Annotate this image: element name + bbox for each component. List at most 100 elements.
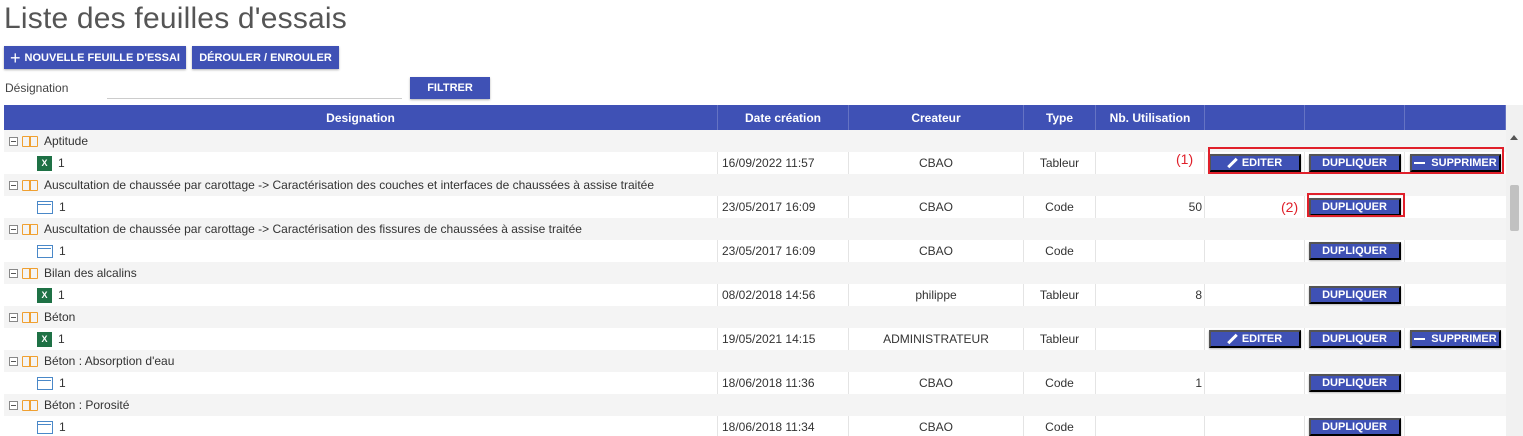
pencil-icon xyxy=(1227,334,1238,345)
highlight-box-1 xyxy=(1208,147,1504,174)
designation-cell: X1 xyxy=(4,284,718,306)
duplicate-button[interactable]: DUPLIQUER xyxy=(1308,330,1401,348)
action-cell-edit xyxy=(1205,372,1305,394)
type-cell: Code xyxy=(1024,416,1096,436)
table-row[interactable]: 1 23/05/2017 16:09 CBAO Code DUPLIQUER xyxy=(4,240,1506,262)
group-row[interactable]: Béton : Absorption d'eau xyxy=(4,350,1506,372)
duplicate-button[interactable]: DUPLIQUER xyxy=(1308,374,1401,392)
creator-cell: CBAO xyxy=(849,240,1024,262)
date-cell: 23/05/2017 16:09 xyxy=(718,196,849,218)
duplicate-button[interactable]: DUPLIQUER xyxy=(1308,286,1401,304)
action-cell-duplicate: DUPLIQUER xyxy=(1305,372,1405,394)
group-row[interactable]: Béton : Porosité xyxy=(4,394,1506,416)
book-icon xyxy=(22,135,38,147)
collapse-toggle-icon[interactable] xyxy=(9,224,18,234)
usage-cell xyxy=(1096,240,1205,262)
highlight-box-2 xyxy=(1307,193,1405,217)
table-row[interactable]: X 1 08/02/2018 14:56 philippe Tableur 8 DUPLIQ… xyxy=(4,284,1506,306)
action-cell-delete xyxy=(1405,240,1506,262)
action-cell-edit xyxy=(1205,240,1305,262)
group-cell: Bilan des alcalins xyxy=(4,262,1506,284)
new-sheet-button[interactable]: + NOUVELLE FEUILLE D'ESSAI xyxy=(4,46,186,69)
annotation-1: (1) xyxy=(1176,151,1194,167)
duplicate-button[interactable]: DUPLIQUER xyxy=(1308,242,1401,260)
duplicate-button[interactable]: DUPLIQUER xyxy=(1308,418,1401,436)
designation-cell: X1 xyxy=(4,328,718,350)
collapse-toggle-icon[interactable] xyxy=(9,356,18,366)
delete-label: SUPPRIMER xyxy=(1431,333,1497,345)
group-cell: Béton xyxy=(4,306,1506,328)
group-name: Bilan des alcalins xyxy=(44,266,137,280)
creator-cell: CBAO xyxy=(849,152,1024,174)
collapse-toggle-icon[interactable] xyxy=(9,400,18,410)
collapse-toggle-icon[interactable] xyxy=(9,312,18,322)
type-cell: Tableur xyxy=(1024,328,1096,350)
date-cell: 19/05/2021 14:15 xyxy=(718,328,849,350)
book-icon xyxy=(22,399,38,411)
scrollbar-thumb[interactable] xyxy=(1510,185,1519,231)
grid-header: Designation Date création Createur Type … xyxy=(4,105,1506,130)
date-cell: 18/06/2018 11:34 xyxy=(718,416,849,436)
designation-filter-input[interactable] xyxy=(107,78,402,99)
book-icon xyxy=(22,267,38,279)
group-row[interactable]: Auscultation de chaussée par carottage -… xyxy=(4,174,1506,196)
group-row[interactable]: Auscultation de chaussée par carottage -… xyxy=(4,218,1506,240)
column-header-designation[interactable]: Designation xyxy=(4,105,718,130)
group-name: Auscultation de chaussée par carottage -… xyxy=(44,222,582,236)
table-row[interactable]: X 1 19/05/2021 14:15 ADMINISTRATEUR Tableur E… xyxy=(4,328,1506,350)
column-header-date[interactable]: Date création xyxy=(718,105,849,130)
column-header-action-2 xyxy=(1305,105,1405,130)
delete-button[interactable]: SUPPRIMER xyxy=(1410,330,1501,348)
scroll-up-arrow-icon[interactable] xyxy=(1510,135,1518,140)
type-cell: Code xyxy=(1024,240,1096,262)
type-cell: Code xyxy=(1024,372,1096,394)
designation-cell: X1 xyxy=(4,152,718,174)
action-cell-duplicate: DUPLIQUER xyxy=(1305,416,1405,436)
action-cell-duplicate: DUPLIQUER xyxy=(1305,284,1405,306)
action-cell-edit xyxy=(1205,416,1305,436)
filter-button[interactable]: FILTRER xyxy=(410,77,490,99)
group-row[interactable]: Bilan des alcalins xyxy=(4,262,1506,284)
group-cell: Béton : Porosité xyxy=(4,394,1506,416)
usage-cell xyxy=(1096,328,1205,350)
table-row[interactable]: 1 18/06/2018 11:36 CBAO Code 1 DUPLIQUER xyxy=(4,372,1506,394)
column-header-action-1 xyxy=(1205,105,1305,130)
column-header-creator[interactable]: Createur xyxy=(849,105,1024,130)
creator-cell: philippe xyxy=(849,284,1024,306)
type-cell: Tableur xyxy=(1024,152,1096,174)
grid-body: Aptitude X 1 16/09/2022 11:57 CBAO Tableur EDI… xyxy=(4,130,1506,436)
group-row[interactable]: Béton xyxy=(4,306,1506,328)
collapse-toggle-icon[interactable] xyxy=(9,136,18,146)
designation-cell: 1 xyxy=(4,196,718,218)
table-row[interactable]: 1 18/06/2018 11:34 CBAO Code DUPLIQUER xyxy=(4,416,1506,436)
group-cell: Auscultation de chaussée par carottage -… xyxy=(4,218,1506,240)
minus-icon xyxy=(1414,338,1426,340)
expand-collapse-button[interactable]: DÉROULER / ENROULER xyxy=(192,46,339,69)
version-number: 1 xyxy=(59,376,66,390)
usage-cell: 1 xyxy=(1096,372,1205,394)
designation-cell: 1 xyxy=(4,240,718,262)
action-cell-delete xyxy=(1405,284,1506,306)
designation-cell: 1 xyxy=(4,416,718,436)
version-number: 1 xyxy=(58,288,65,302)
group-cell: Béton : Absorption d'eau xyxy=(4,350,1506,372)
column-header-type[interactable]: Type xyxy=(1024,105,1096,130)
vertical-scrollbar[interactable] xyxy=(1506,105,1523,436)
designation-cell: 1 xyxy=(4,372,718,394)
column-header-usage[interactable]: Nb. Utilisation xyxy=(1096,105,1205,130)
edit-label: EDITER xyxy=(1241,333,1283,345)
action-cell-duplicate: DUPLIQUER xyxy=(1305,240,1405,262)
collapse-toggle-icon[interactable] xyxy=(9,180,18,190)
group-name: Béton : Absorption d'eau xyxy=(44,354,175,368)
version-number: 1 xyxy=(59,420,66,434)
edit-button[interactable]: EDITER xyxy=(1208,330,1301,348)
version-number: 1 xyxy=(58,332,65,346)
type-cell: Tableur xyxy=(1024,284,1096,306)
window-icon xyxy=(37,244,53,258)
date-cell: 08/02/2018 14:56 xyxy=(718,284,849,306)
version-number: 1 xyxy=(59,244,66,258)
collapse-toggle-icon[interactable] xyxy=(9,268,18,278)
plus-icon: + xyxy=(10,47,21,68)
type-cell: Code xyxy=(1024,196,1096,218)
excel-icon: X xyxy=(37,287,52,303)
